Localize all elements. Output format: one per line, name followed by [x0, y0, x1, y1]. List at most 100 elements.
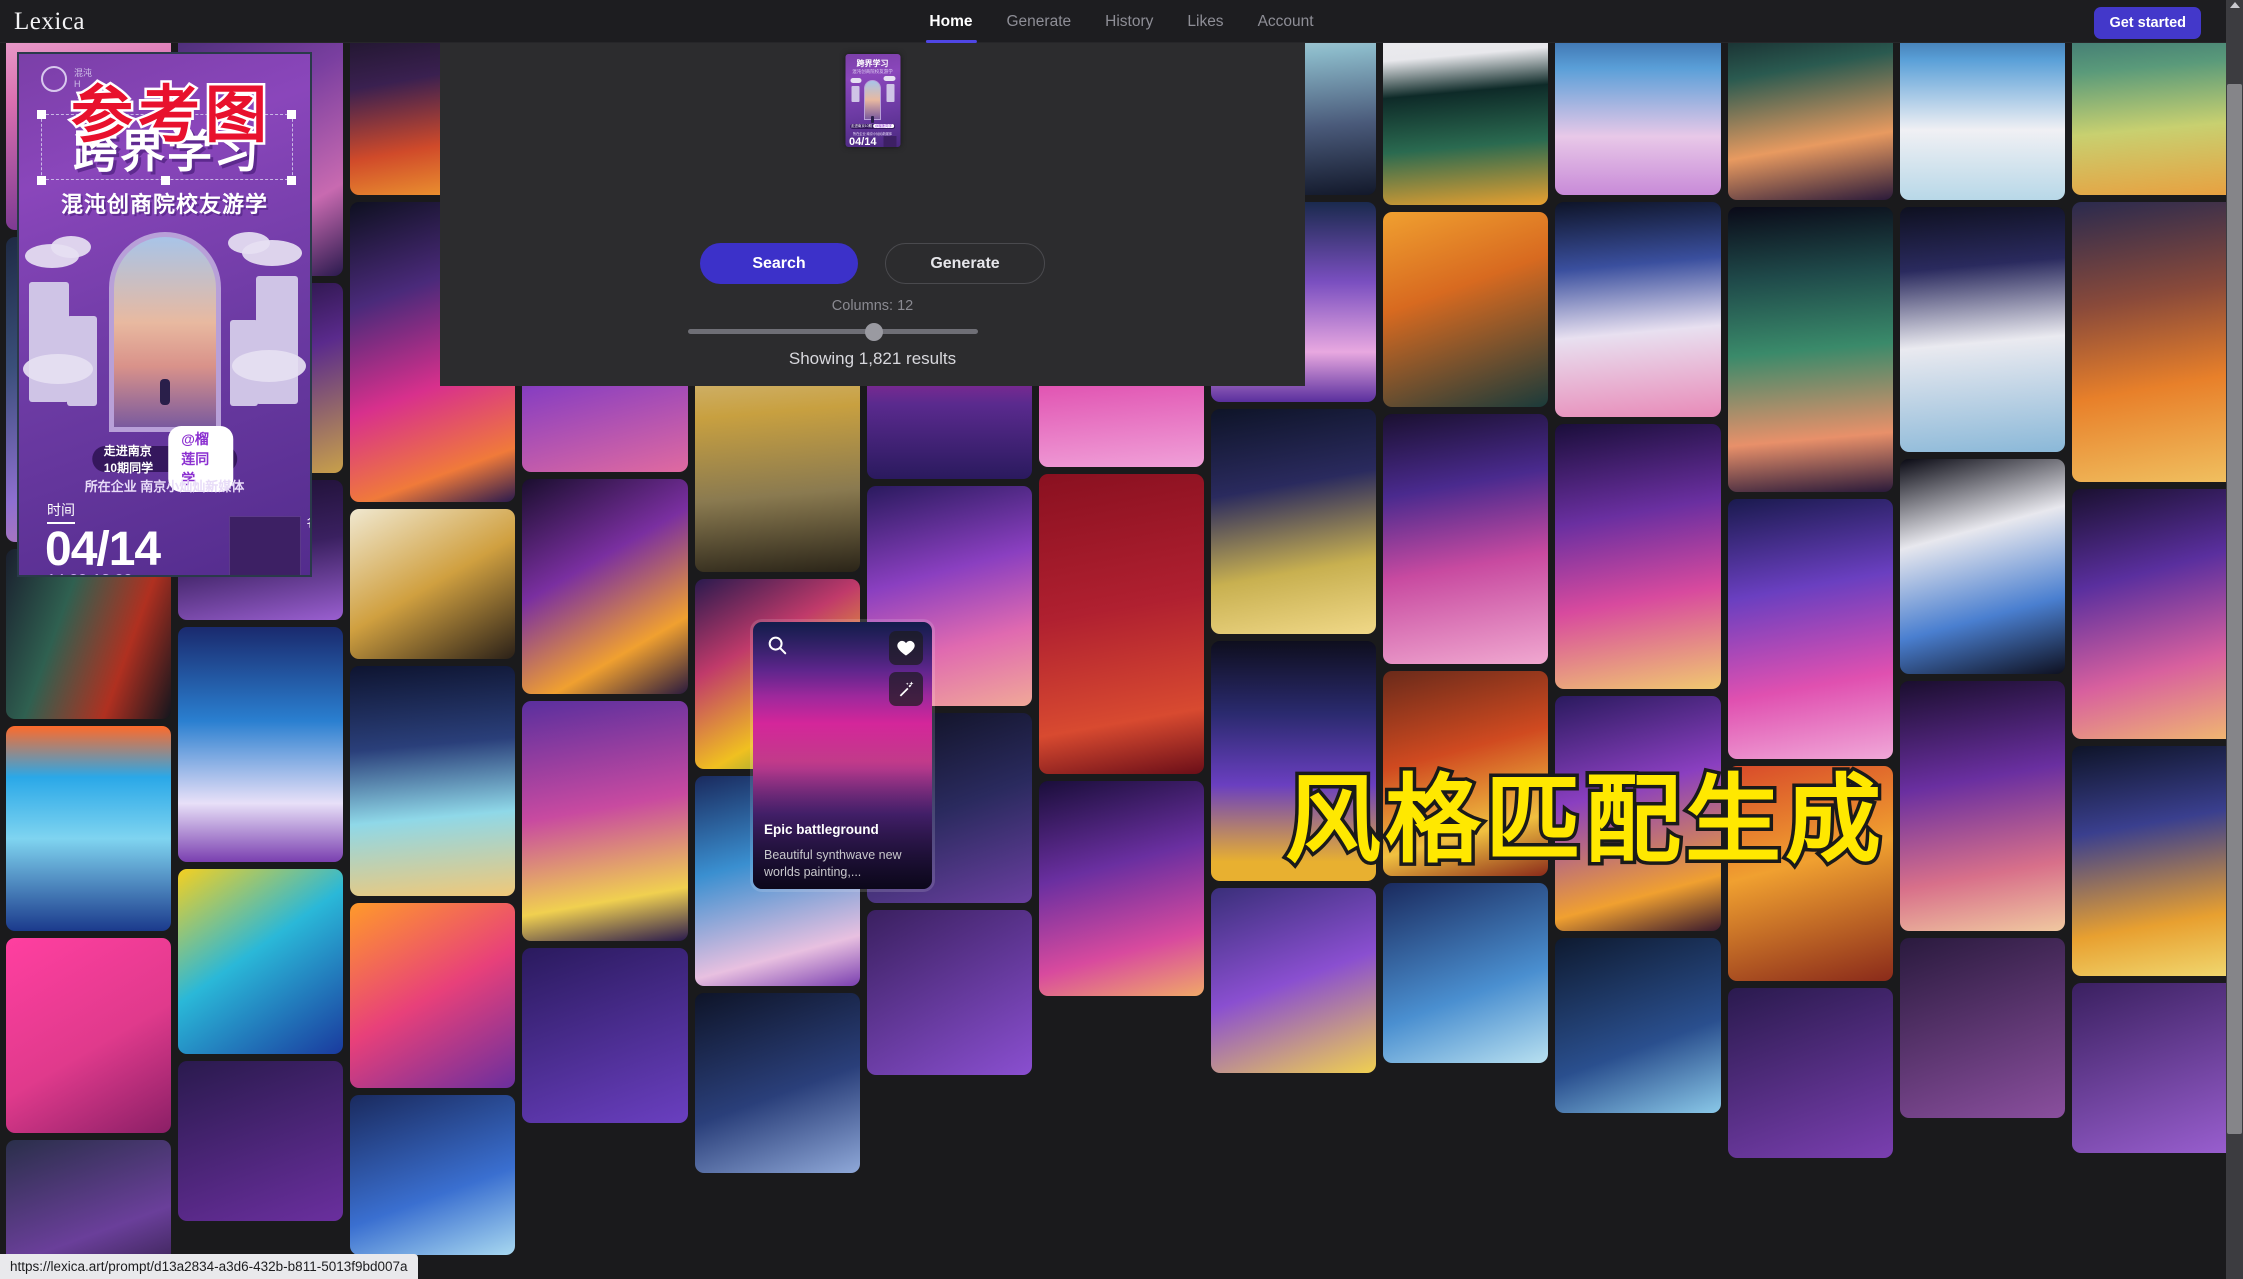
gallery-image-tile[interactable] — [1383, 414, 1549, 664]
poster-badge-left: 走进南京10期同学 — [103, 444, 154, 475]
tile-artwork — [1727, 499, 1893, 759]
gallery-image-tile[interactable] — [1727, 988, 1893, 1158]
tile-artwork — [2071, 202, 2238, 482]
gallery-image-tile[interactable] — [1899, 681, 2065, 931]
gallery-image-tile[interactable] — [1899, 459, 2065, 674]
poster-time-label: 时间 — [47, 500, 75, 524]
card-description: Beautiful synthwave new worlds painting,… — [764, 848, 902, 880]
tile-artwork — [1383, 414, 1549, 664]
poster-hours: 14:00-18:00 — [47, 572, 132, 575]
tile-artwork — [2071, 489, 2238, 739]
gallery-image-tile[interactable] — [1211, 409, 1377, 634]
gallery-image-tile[interactable] — [522, 701, 688, 941]
gallery-image-tile[interactable] — [350, 903, 516, 1088]
search-icon[interactable] — [763, 631, 791, 659]
selection-handle-tl[interactable] — [37, 110, 46, 119]
gallery-image-tile[interactable] — [2071, 746, 2238, 976]
gallery-image-tile[interactable] — [6, 938, 172, 1133]
tile-artwork — [1383, 212, 1549, 407]
poster-qr-code — [229, 516, 301, 575]
nav-link-likes[interactable]: Likes — [1187, 0, 1223, 43]
scrollbar-thumb[interactable] — [2227, 84, 2242, 1134]
scroll-up-arrow-icon[interactable] — [2230, 2, 2240, 8]
tile-artwork — [2071, 983, 2238, 1153]
tile-artwork — [522, 479, 688, 694]
tile-artwork — [1211, 888, 1377, 1073]
gallery-image-tile[interactable] — [1038, 474, 1205, 774]
gallery-image-tile[interactable] — [1555, 424, 1721, 689]
search-button[interactable]: Search — [700, 243, 858, 284]
tile-artwork — [6, 726, 172, 931]
gallery-image-tile[interactable] — [350, 666, 516, 896]
columns-slider[interactable] — [688, 323, 978, 341]
selection-handle-bl[interactable] — [37, 176, 46, 185]
slider-knob[interactable] — [865, 323, 883, 341]
page-scrollbar[interactable] — [2226, 0, 2243, 1279]
gallery-image-tile[interactable] — [1211, 888, 1377, 1073]
nav-link-generate[interactable]: Generate — [1007, 0, 1072, 43]
tile-artwork — [694, 993, 860, 1173]
poster-illustration — [19, 224, 310, 454]
nav-link-home[interactable]: Home — [925, 0, 977, 43]
gallery-image-tile[interactable] — [2071, 983, 2238, 1153]
brand-logo[interactable]: Lexica — [14, 8, 85, 36]
gallery-column — [1383, 0, 1549, 1063]
tile-artwork — [1038, 474, 1205, 774]
uploaded-reference-thumbnail[interactable]: 跨界学习 混沌创商院校友游学 走进南京10期 @榴莲同学 所在企业 南京小灿灿新… — [845, 54, 900, 147]
gallery-image-tile[interactable] — [178, 869, 344, 1054]
gallery-image-tile[interactable] — [178, 1061, 344, 1221]
tile-artwork — [2071, 746, 2238, 976]
gallery-image-tile[interactable] — [1899, 938, 2065, 1118]
tile-artwork — [1727, 988, 1893, 1158]
tile-artwork — [350, 903, 516, 1088]
tile-artwork — [1555, 938, 1721, 1113]
gallery-column — [1899, 0, 2065, 1118]
logo-circle-icon — [41, 66, 67, 92]
selection-handle-tr[interactable] — [287, 110, 296, 119]
tile-artwork — [522, 948, 688, 1123]
gallery-image-tile[interactable] — [1727, 499, 1893, 759]
gallery-image-tile[interactable] — [866, 910, 1032, 1075]
action-buttons: Search Generate — [440, 243, 1305, 284]
tile-artwork — [1555, 424, 1721, 689]
nav-link-account[interactable]: Account — [1258, 0, 1314, 43]
gallery-image-tile[interactable] — [1555, 938, 1721, 1113]
gallery-image-tile[interactable] — [350, 1095, 516, 1255]
gallery-image-tile[interactable] — [1727, 207, 1893, 492]
results-count: Showing 1,821 results — [788, 349, 957, 368]
gallery-image-tile[interactable] — [178, 627, 344, 862]
gallery-image-tile[interactable] — [1555, 202, 1721, 417]
tile-artwork — [1038, 781, 1205, 996]
get-started-button[interactable]: Get started — [2094, 7, 2201, 39]
poster-company: 所在企业 南京小灿灿新媒体 — [84, 479, 245, 494]
gallery-image-tile[interactable] — [1899, 207, 2065, 452]
gallery-image-tile[interactable] — [1383, 212, 1549, 407]
nav-links: Home Generate History Likes Account — [925, 0, 1314, 43]
gallery-image-tile[interactable] — [2071, 202, 2238, 482]
tile-artwork — [1727, 207, 1893, 492]
tile-artwork — [350, 666, 516, 896]
hovered-image-card[interactable]: Epic battleground Beautiful synthwave ne… — [753, 622, 932, 889]
gallery-column — [2071, 0, 2238, 1153]
style-match-annotation: 风格匹配生成 — [1282, 764, 1885, 878]
gallery-image-tile[interactable] — [522, 948, 688, 1123]
reference-stamp-annotation: 参考图 — [68, 79, 273, 153]
selection-handle-br[interactable] — [287, 176, 296, 185]
poster-badge: 走进南京10期同学 @榴莲同学 — [91, 426, 238, 492]
tile-artwork — [1555, 202, 1721, 417]
gallery-image-tile[interactable] — [1038, 781, 1205, 996]
gallery-column — [1727, 0, 1893, 1158]
gallery-image-tile[interactable] — [2071, 489, 2238, 739]
generate-button[interactable]: Generate — [885, 243, 1045, 284]
gallery-image-tile[interactable] — [522, 479, 688, 694]
gallery-image-tile[interactable] — [6, 726, 172, 931]
gallery-image-tile[interactable] — [1383, 883, 1549, 1063]
selection-handle-bm[interactable] — [161, 176, 170, 185]
gallery-image-tile[interactable] — [350, 509, 516, 659]
gallery-image-tile[interactable] — [694, 993, 860, 1173]
card-title: Epic battleground — [764, 822, 879, 837]
heart-icon[interactable] — [889, 631, 923, 665]
nav-link-history[interactable]: History — [1105, 0, 1153, 43]
tile-artwork — [1899, 207, 2065, 452]
magic-wand-icon[interactable] — [889, 672, 923, 706]
